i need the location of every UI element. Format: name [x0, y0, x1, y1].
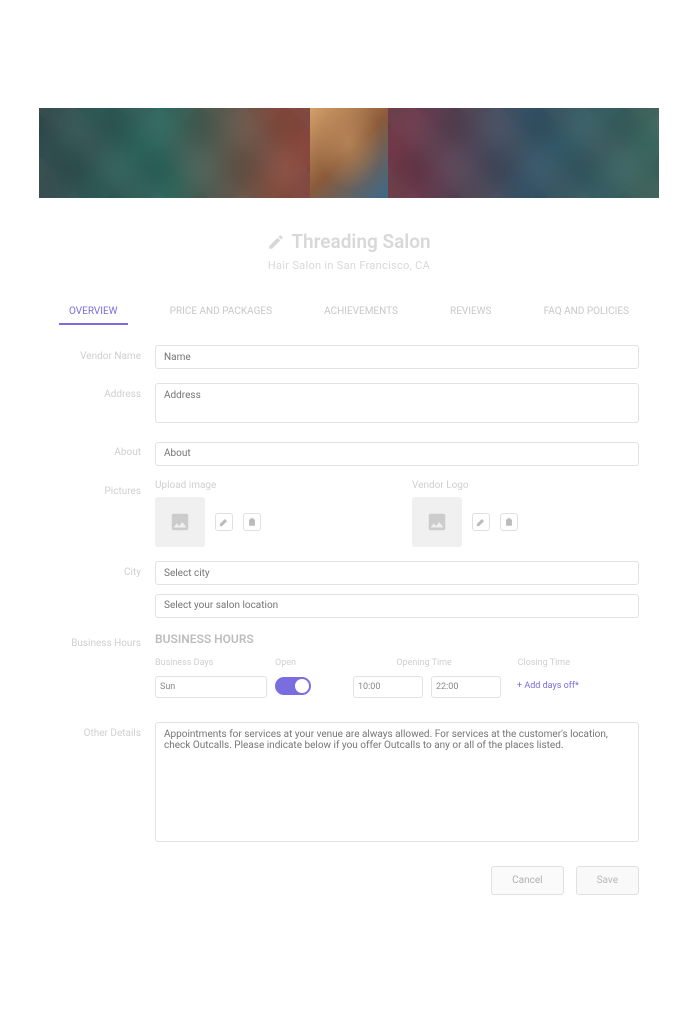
save-button[interactable]: Save — [576, 866, 639, 895]
image-placeholder-icon — [169, 511, 191, 533]
vendor-logo-box[interactable] — [412, 497, 462, 547]
pictures-label: Pictures — [59, 480, 155, 497]
other-details-textarea[interactable] — [155, 722, 639, 842]
col-opening-time: Opening Time — [396, 658, 517, 668]
tab-faq-policies[interactable]: FAQ AND POLICIES — [534, 300, 639, 323]
edit-icon[interactable] — [267, 233, 285, 251]
tab-achievements[interactable]: ACHIEVEMENTS — [314, 300, 408, 323]
city-label: City — [59, 561, 155, 578]
logo-delete-button[interactable] — [500, 513, 518, 531]
tabs: OVERVIEW PRICE AND PACKAGES ACHIEVEMENTS… — [59, 300, 639, 323]
pencil-icon — [219, 517, 229, 527]
page-title: Threading Salon — [267, 230, 430, 253]
trash-icon — [504, 517, 514, 527]
tab-price-packages[interactable]: PRICE AND PACKAGES — [160, 300, 282, 323]
closing-time-select[interactable]: 22:00 — [431, 676, 501, 698]
logo-edit-button[interactable] — [472, 513, 490, 531]
tab-reviews[interactable]: REVIEWS — [440, 300, 501, 323]
city-select[interactable] — [155, 561, 639, 585]
location-select[interactable] — [155, 594, 639, 618]
business-hours-label: Business Hours — [59, 632, 155, 649]
vendor-name-input[interactable] — [155, 345, 639, 369]
about-label: About — [59, 441, 155, 458]
add-days-off-link[interactable]: + Add days off* — [517, 681, 579, 691]
vendor-logo-label: Vendor Logo — [412, 480, 639, 491]
address-label: Address — [59, 383, 155, 400]
col-open: Open — [275, 658, 396, 668]
pencil-icon — [476, 517, 486, 527]
vendor-name-label: Vendor Name — [59, 345, 155, 362]
address-input[interactable] — [155, 383, 639, 423]
page-subtitle: Hair Salon in San Francisco, CA — [0, 259, 698, 272]
open-toggle[interactable] — [275, 677, 311, 695]
trash-icon — [247, 517, 257, 527]
business-hours-title: BUSINESS HOURS — [155, 632, 639, 646]
profile-photo — [310, 108, 388, 198]
col-closing-time: Closing Time — [518, 658, 639, 668]
profile-banner — [39, 108, 659, 198]
upload-image-box[interactable] — [155, 497, 205, 547]
day-select[interactable]: Sun — [155, 676, 267, 698]
other-details-label: Other Details — [59, 722, 155, 739]
tab-overview[interactable]: OVERVIEW — [59, 300, 128, 323]
about-input[interactable] — [155, 442, 639, 466]
upload-delete-button[interactable] — [243, 513, 261, 531]
col-business-days: Business Days — [155, 658, 275, 668]
opening-time-select[interactable]: 10:00 — [353, 676, 423, 698]
image-placeholder-icon — [426, 511, 448, 533]
upload-image-label: Upload image — [155, 480, 382, 491]
upload-edit-button[interactable] — [215, 513, 233, 531]
cancel-button[interactable]: Cancel — [491, 866, 563, 895]
